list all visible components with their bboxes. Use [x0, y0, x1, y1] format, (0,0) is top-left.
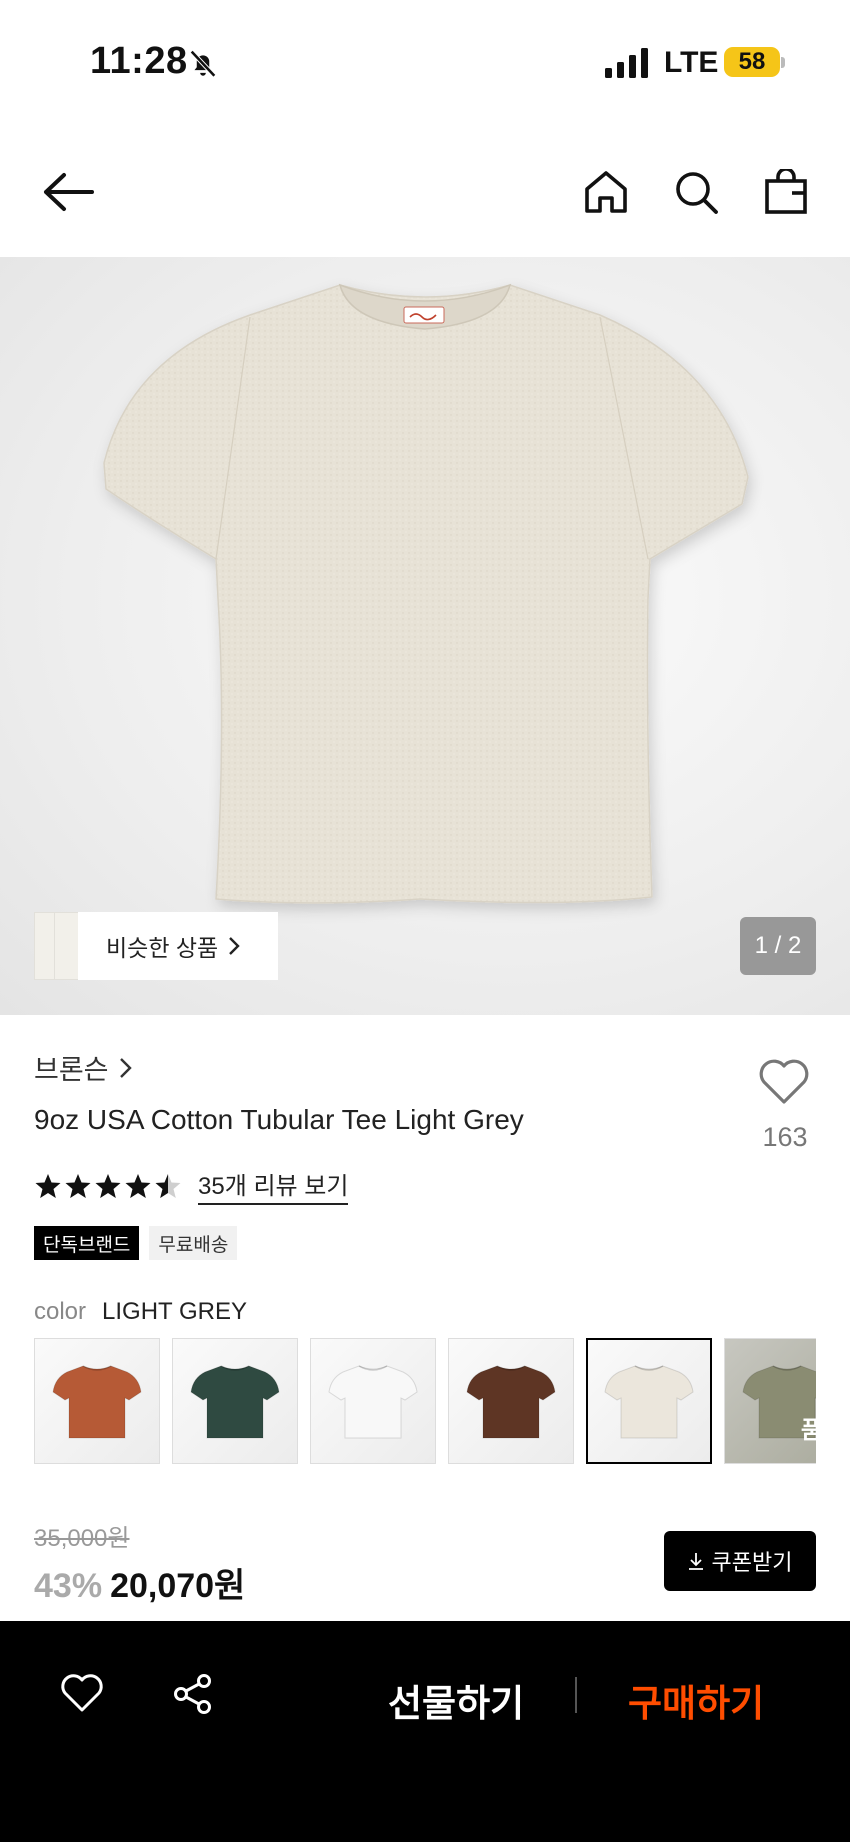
search-icon: [676, 172, 718, 214]
buy-button[interactable]: 구매하기: [628, 1673, 764, 1727]
discount-rate: 43%: [34, 1567, 103, 1605]
star-icon: [35, 1173, 61, 1198]
color-swatch[interactable]: [172, 1338, 298, 1464]
heart-icon[interactable]: [60, 1673, 104, 1713]
top-nav: [0, 150, 850, 234]
shopping-bag-icon: [765, 169, 807, 214]
chevron-right-icon: [119, 1057, 132, 1078]
star-rating: [34, 1172, 184, 1200]
arrow-left-icon: [44, 173, 94, 211]
reviews-link[interactable]: 35개 리뷰 보기: [198, 1166, 349, 1205]
star-icon: [155, 1173, 181, 1198]
color-swatch-list: 품절: [34, 1338, 816, 1464]
download-icon: [688, 1553, 703, 1570]
tshirt-thumbnail: [604, 1365, 694, 1439]
similar-products-label: 비슷한 상품: [106, 935, 219, 961]
rating-row: 35개 리뷰 보기: [34, 1166, 349, 1205]
like-count: 163: [762, 1122, 808, 1152]
brand-name: 브론슨: [34, 1055, 109, 1085]
image-counter: 1 / 2: [740, 917, 816, 975]
color-swatch[interactable]: [586, 1338, 712, 1464]
search-button[interactable]: [668, 164, 724, 220]
color-swatch[interactable]: [448, 1338, 574, 1464]
chevron-right-icon: [229, 937, 240, 955]
product-tshirt-image: [103, 283, 749, 904]
bell-off-icon: [190, 50, 216, 78]
coupon-label: 쿠폰받기: [711, 1550, 793, 1575]
price-row: 43% 20,070원: [34, 1558, 245, 1607]
tshirt-thumbnail: [328, 1365, 418, 1439]
soldout-label: 품절: [800, 1417, 816, 1444]
similar-products-label-box: 비슷한 상품: [78, 912, 278, 980]
gift-button[interactable]: 선물하기: [388, 1673, 524, 1727]
back-button[interactable]: [40, 164, 96, 220]
tshirt-thumbnail: [466, 1365, 556, 1439]
status-time: 11:28: [90, 40, 188, 82]
share-icon[interactable]: [172, 1673, 214, 1715]
star-icon: [125, 1173, 151, 1198]
star-icon: [65, 1173, 91, 1198]
heart-icon[interactable]: [756, 1056, 812, 1106]
color-swatch[interactable]: [34, 1338, 160, 1464]
battery-indicator: 58: [724, 47, 780, 77]
badge-list: 단독브랜드 무료배송: [34, 1226, 238, 1260]
selected-color: LIGHT GREY: [102, 1298, 247, 1325]
product-title: 9oz USA Cotton Tubular Tee Light Grey: [34, 1104, 524, 1135]
battery-cap: [781, 57, 785, 68]
divider: [575, 1677, 577, 1713]
original-price: 35,000원: [34, 1525, 130, 1552]
tshirt-thumbnail: [190, 1365, 280, 1439]
brand-link[interactable]: 브론슨: [34, 1048, 132, 1087]
color-swatch[interactable]: [310, 1338, 436, 1464]
color-label: color: [34, 1298, 87, 1325]
star-icon: [95, 1173, 121, 1198]
signal-icon: [605, 48, 648, 78]
tshirt-thumbnail: [52, 1365, 142, 1439]
bottom-action-bar: 선물하기 구매하기: [0, 1621, 850, 1842]
home-icon: [585, 171, 627, 213]
product-image-carousel[interactable]: 비슷한 상품 1 / 2: [0, 257, 850, 1015]
sale-price: 20,070원: [110, 1567, 246, 1605]
network-label: LTE: [664, 46, 719, 79]
exclusive-brand-badge: 단독브랜드: [34, 1226, 140, 1260]
home-button[interactable]: [578, 164, 634, 220]
color-selection-label: color LIGHT GREY: [34, 1298, 247, 1326]
color-swatch[interactable]: 품절: [724, 1338, 816, 1464]
status-bar: 11:28 LTE 58: [0, 0, 850, 130]
coupon-button[interactable]: 쿠폰받기: [664, 1531, 816, 1591]
cart-button[interactable]: [758, 164, 814, 220]
free-shipping-badge: 무료배송: [149, 1226, 238, 1260]
